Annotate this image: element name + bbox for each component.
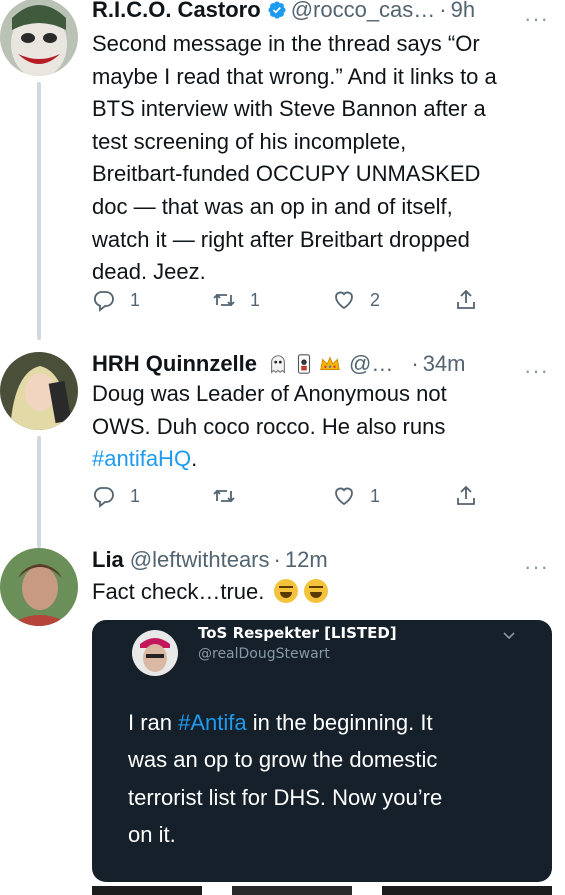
- hashtag-link: #Antifa: [178, 710, 247, 735]
- reply-count: 1: [130, 289, 141, 310]
- author-name[interactable]: HRH Quinnzelle: [92, 351, 257, 377]
- retweet-icon: [213, 489, 235, 503]
- more-options-icon[interactable]: ···: [524, 554, 549, 580]
- crown-emoji-icon: [320, 356, 340, 370]
- thread-line: [37, 82, 41, 340]
- timestamp[interactable]: 12m: [285, 547, 328, 573]
- retweet-icon: [213, 293, 235, 307]
- share-icon: [457, 289, 475, 309]
- tweet-1[interactable]: R.I.C.O. Castoro @rocco_cas… · 9h ··· Se…: [0, 0, 565, 340]
- text-line: Fact check…true.: [92, 576, 329, 609]
- reply-count: 1: [130, 485, 141, 506]
- share-button[interactable]: [454, 288, 478, 312]
- text-line: BTS interview with Steve Bannon after a: [92, 96, 486, 122]
- author-name[interactable]: Lia: [92, 547, 124, 573]
- text-line: #antifaHQ.: [92, 443, 447, 476]
- like-count: 1: [370, 485, 381, 506]
- avatar-rico-castoro[interactable]: [0, 0, 78, 76]
- tweet-actions: 1 1 2: [92, 288, 492, 318]
- like-button[interactable]: 2: [332, 288, 380, 312]
- grinning-squinting-emoji-icon: [274, 579, 299, 603]
- more-options-icon[interactable]: ···: [524, 6, 549, 32]
- tweet-2[interactable]: HRH Quinnzelle @… · 34m ··· Doug was Lea…: [0, 351, 565, 548]
- share-button[interactable]: [454, 484, 478, 508]
- text-suffix: in the beginning. It: [246, 710, 433, 735]
- tweet-header: Lia @leftwithtears · 12m: [92, 544, 328, 576]
- tweet-text: Doug was Leader of Anonymous not OWS. Du…: [92, 378, 447, 476]
- avatar-hrh-quinnzelle[interactable]: [0, 352, 78, 430]
- text-line: I ran #Antifa in the beginning. It: [128, 704, 442, 741]
- tweet-header: R.I.C.O. Castoro @rocco_cas… · 9h: [92, 0, 475, 26]
- text-line: OWS. Duh coco rocco. He also runs: [92, 413, 446, 439]
- text-line: was an op to grow the domestic: [128, 747, 438, 773]
- embedded-author-handle: @realDougStewart: [198, 646, 330, 662]
- text-line: Doug was Leader of Anonymous not: [92, 381, 447, 406]
- ghost-emoji-icon: [271, 355, 285, 374]
- separator-dot: ·: [411, 351, 419, 376]
- text-prefix: I ran: [128, 710, 179, 735]
- tweet-actions: 1 1: [92, 484, 492, 514]
- text-line: test screening of his incomplete,: [92, 128, 407, 154]
- author-name[interactable]: R.I.C.O. Castoro: [92, 0, 261, 23]
- grinning-squinting-emoji-icon: [304, 579, 329, 603]
- chevron-down-icon: [503, 632, 515, 640]
- embedded-tweet-card[interactable]: ToS Respekter [LISTED] @realDougStewart …: [92, 620, 552, 882]
- thread-line: [37, 436, 41, 548]
- text-line: terrorist list for DHS. Now you’re: [128, 784, 443, 810]
- heart-icon: [335, 291, 353, 310]
- text-line: dead. Jeez.: [92, 259, 206, 285]
- embedded-tweet-text: I ran #Antifa in the beginning. It was a…: [128, 704, 442, 854]
- text-line: Breitbart-funded OCCUPY UNMASKED: [92, 161, 481, 187]
- playing-card-emoji-icon: [297, 354, 311, 374]
- reply-icon: [93, 291, 114, 312]
- tweet-text: Second message in the thread says “Or ma…: [92, 28, 497, 289]
- embedded-author-name: ToS Respekter [LISTED]: [198, 624, 397, 642]
- author-handle[interactable]: @rocco_cas…: [291, 0, 436, 23]
- text-content: Fact check…true.: [92, 579, 265, 604]
- verified-badge-icon: [268, 1, 286, 19]
- avatar-lia[interactable]: [0, 548, 78, 626]
- timestamp[interactable]: 9h: [451, 0, 475, 23]
- hashtag-link[interactable]: #antifaHQ: [92, 446, 191, 471]
- like-button[interactable]: 1: [332, 484, 380, 508]
- author-handle[interactable]: @…: [349, 351, 393, 377]
- tweet-header: HRH Quinnzelle @… · 34m: [92, 348, 465, 380]
- separator-dot: ·: [439, 0, 447, 22]
- timestamp[interactable]: 34m: [423, 351, 466, 377]
- retweet-button[interactable]: 1: [212, 288, 260, 312]
- text-suffix: .: [191, 446, 198, 472]
- heart-icon: [335, 487, 353, 506]
- embedded-avatar: [132, 630, 178, 676]
- text-line: watch it — right after Breitbart dropped: [92, 226, 470, 252]
- share-icon: [457, 485, 475, 505]
- separator-dot: ·: [273, 547, 281, 572]
- retweet-button[interactable]: [212, 484, 250, 508]
- reply-button[interactable]: 1: [92, 288, 140, 312]
- tweet-text: Fact check…true.: [92, 576, 329, 609]
- author-handle[interactable]: @leftwithtears: [130, 547, 270, 573]
- reply-button[interactable]: 1: [92, 484, 140, 508]
- like-count: 2: [370, 289, 381, 310]
- text-line: maybe I read that wrong.” And it links t…: [92, 63, 497, 89]
- text-line: Second message in the thread says “Or: [92, 31, 480, 56]
- text-line: doc — that was an op in and of itself,: [92, 193, 453, 219]
- cut-off-image-strip: [92, 886, 552, 895]
- reply-icon: [93, 487, 114, 508]
- text-line: on it.: [128, 822, 176, 848]
- more-options-icon[interactable]: ···: [524, 358, 549, 384]
- retweet-count: 1: [250, 289, 261, 310]
